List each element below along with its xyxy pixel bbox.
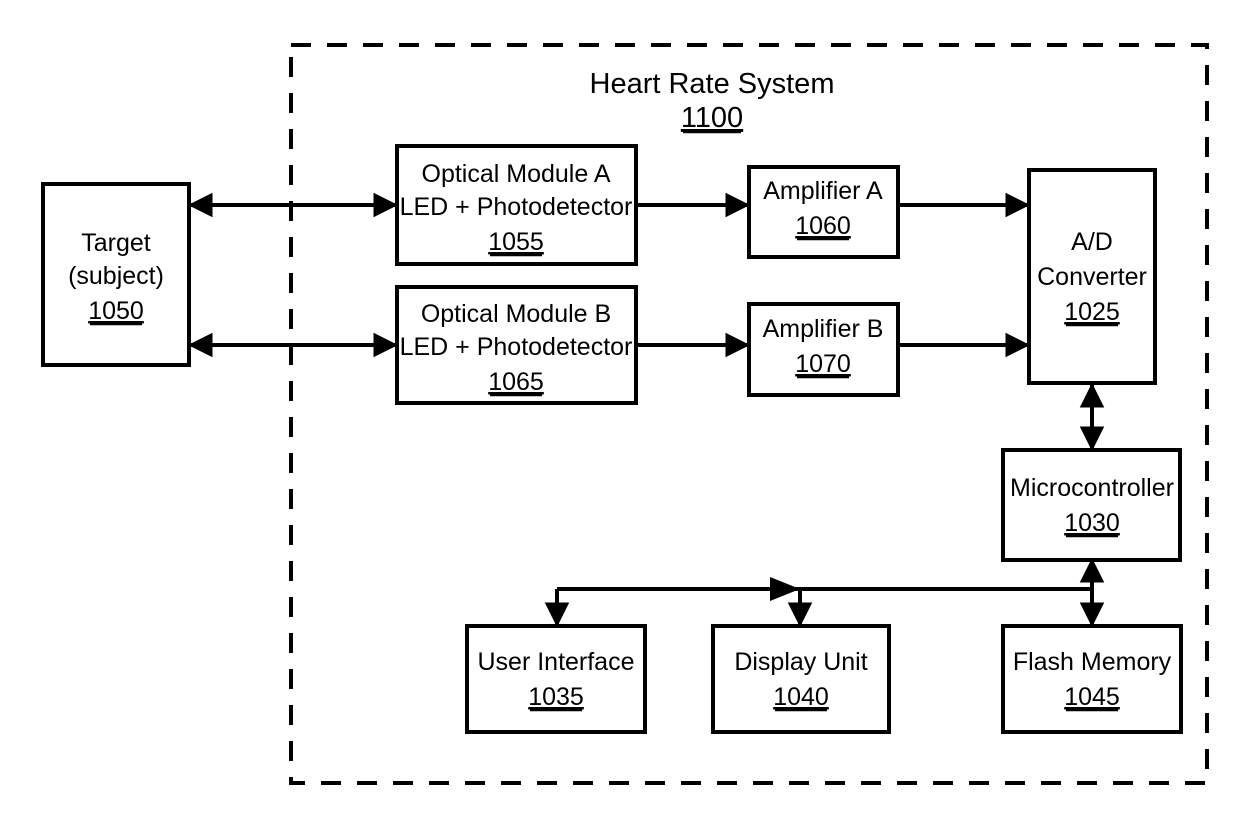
- block-optical-module-a-reference: 1055: [488, 228, 544, 256]
- block-ad-converter-line2: Converter: [1037, 263, 1147, 291]
- block-optical-module-b-reference: 1065: [488, 368, 544, 396]
- block-flash-memory[interactable]: Flash Memory 1045: [1001, 624, 1183, 734]
- block-flash-memory-line1: Flash Memory: [1013, 648, 1172, 676]
- block-flash-memory-reference: 1045: [1064, 683, 1120, 711]
- heart-rate-system-block-diagram: Heart Rate System 1100 Target (subject) …: [41, 43, 1209, 785]
- block-optical-module-b-line2: LED + Photodetector: [400, 333, 633, 361]
- block-amplifier-b[interactable]: Amplifier B 1070: [747, 302, 900, 397]
- block-optical-module-b[interactable]: Optical Module B LED + Photodetector 106…: [395, 285, 638, 405]
- block-optical-module-a-line2: LED + Photodetector: [400, 193, 633, 221]
- block-target[interactable]: Target (subject) 1050: [41, 182, 191, 367]
- block-microcontroller-outline: [1001, 448, 1182, 562]
- block-display-unit-reference: 1040: [773, 683, 829, 711]
- block-user-interface-outline: [465, 624, 647, 734]
- system-title: Heart Rate System: [590, 68, 835, 100]
- block-target-line2: (subject): [68, 262, 164, 290]
- block-user-interface[interactable]: User Interface 1035: [465, 624, 647, 734]
- block-user-interface-line1: User Interface: [477, 648, 634, 676]
- block-microcontroller[interactable]: Microcontroller 1030: [1001, 448, 1182, 562]
- block-optical-module-a[interactable]: Optical Module A LED + Photodetector 105…: [395, 144, 638, 266]
- block-amplifier-b-reference: 1070: [795, 350, 851, 378]
- figure-canvas: Heart Rate System 1100 Target (subject) …: [0, 0, 1240, 835]
- block-display-unit-line1: Display Unit: [734, 648, 867, 676]
- bus-direction-arrowhead: [770, 577, 800, 601]
- block-ad-converter-line1: A/D: [1071, 228, 1113, 256]
- block-user-interface-reference: 1035: [528, 683, 584, 711]
- block-amplifier-a[interactable]: Amplifier A 1060: [747, 165, 900, 259]
- block-ad-converter-reference: 1025: [1064, 298, 1120, 326]
- block-amplifier-a-reference: 1060: [795, 212, 851, 240]
- block-target-line1: Target: [81, 229, 151, 257]
- block-flash-memory-outline: [1001, 624, 1183, 734]
- block-amplifier-a-line1: Amplifier A: [763, 177, 883, 205]
- block-optical-module-b-line1: Optical Module B: [421, 300, 611, 328]
- block-display-unit[interactable]: Display Unit 1040: [711, 624, 891, 734]
- block-optical-module-a-line1: Optical Module A: [422, 160, 611, 188]
- block-microcontroller-reference: 1030: [1064, 509, 1120, 537]
- block-microcontroller-line1: Microcontroller: [1010, 474, 1174, 502]
- block-display-unit-outline: [711, 624, 891, 734]
- block-amplifier-b-line1: Amplifier B: [763, 315, 884, 343]
- block-target-reference: 1050: [88, 297, 144, 325]
- system-reference-numeral: 1100: [681, 102, 743, 134]
- block-ad-converter[interactable]: A/D Converter 1025: [1027, 168, 1157, 385]
